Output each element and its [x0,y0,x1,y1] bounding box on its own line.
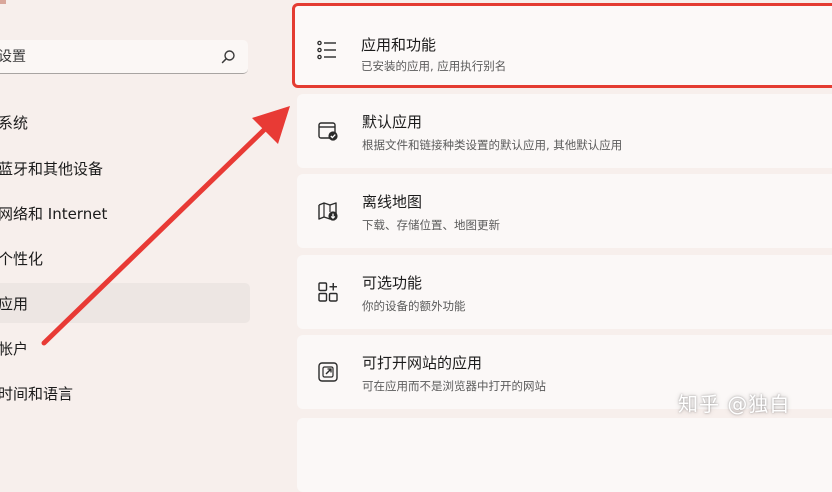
sidebar: 系统 蓝牙和其他设备 网络和 Internet 个性化 应用 帐户 时间和语言 [0,0,270,435]
card-partial[interactable] [297,418,832,492]
card-title: 离线地图 [362,193,423,211]
sidebar-item-time-language[interactable]: 时间和语言 [0,373,250,413]
card-description: 下载、存储位置、地图更新 [362,218,500,232]
sidebar-item-network[interactable]: 网络和 Internet [0,193,250,233]
sidebar-item-personalization[interactable]: 个性化 [0,238,250,278]
sidebar-item-label: 时间和语言 [0,385,74,403]
sidebar-item-apps[interactable]: 应用 [0,283,250,323]
sidebar-item-label: 应用 [0,295,29,313]
search-input[interactable] [0,46,198,68]
sidebar-item-label: 蓝牙和其他设备 [0,160,104,178]
card-description: 可在应用而不是浏览器中打开的网站 [362,379,546,393]
card-description: 已安装的应用, 应用执行别名 [361,59,507,73]
search-icon[interactable] [220,49,236,65]
sidebar-item-label: 帐户 [0,340,29,358]
sidebar-item-system[interactable]: 系统 [0,102,250,142]
search-box[interactable] [0,40,248,74]
open-website-icon [318,362,338,382]
card-apps-features[interactable]: 应用和功能 已安装的应用, 应用执行别名 [292,3,832,88]
sidebar-item-label: 个性化 [0,250,44,268]
card-description: 你的设备的额外功能 [362,299,466,313]
sidebar-item-bluetooth[interactable]: 蓝牙和其他设备 [0,148,250,188]
watermark-text: 知乎 @独白 [678,392,791,416]
card-optional-features[interactable]: 可选功能 你的设备的额外功能 [297,255,832,329]
sidebar-item-label: 网络和 Internet [0,205,108,223]
default-apps-icon [318,122,338,141]
list-icon [317,40,336,60]
card-description: 根据文件和链接种类设置的默认应用, 其他默认应用 [362,138,623,152]
sidebar-item-accounts[interactable]: 帐户 [0,328,250,368]
offline-map-icon [318,202,338,221]
card-title: 可打开网站的应用 [362,354,483,372]
optional-features-icon [318,282,338,302]
card-title: 可选功能 [362,274,423,292]
card-title: 应用和功能 [361,36,437,54]
main-content: 应用和功能 已安装的应用, 应用执行别名 默认应用 根据文件和链接种类设置的默认… [292,0,832,492]
sidebar-item-label: 系统 [0,114,29,132]
card-offline-maps[interactable]: 离线地图 下载、存储位置、地图更新 [297,174,832,248]
card-default-apps[interactable]: 默认应用 根据文件和链接种类设置的默认应用, 其他默认应用 [297,94,832,168]
card-title: 默认应用 [362,113,423,131]
